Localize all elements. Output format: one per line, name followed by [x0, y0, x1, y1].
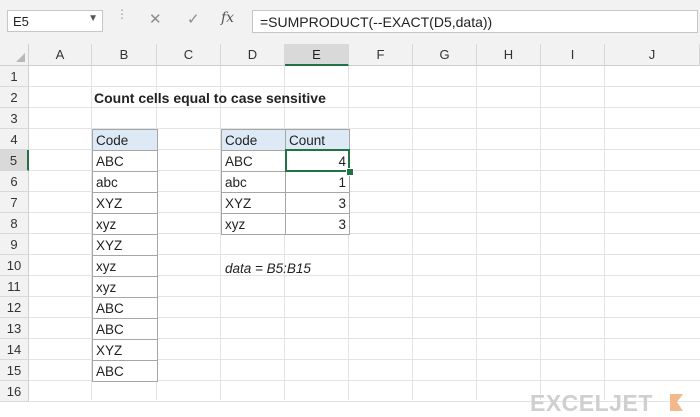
row-header-1[interactable]: 1 [0, 66, 29, 87]
column-header-f[interactable]: F [349, 44, 413, 66]
sheet-title[interactable]: Count cells equal to case sensitive [91, 88, 329, 109]
gridline-horizontal [29, 86, 700, 87]
column-header-b[interactable]: B [92, 44, 157, 66]
logo-text: EXCELJET [530, 390, 653, 416]
check-icon[interactable]: ✓ [187, 10, 200, 28]
row-header-8[interactable]: 8 [0, 213, 29, 234]
code-cell[interactable]: ABC [92, 297, 158, 319]
row-header-14[interactable]: 14 [0, 339, 29, 360]
row-header-13[interactable]: 13 [0, 318, 29, 339]
row-header-11[interactable]: 11 [0, 276, 29, 297]
count-table-count-cell[interactable]: 1 [285, 171, 350, 193]
code-cell[interactable]: ABC [92, 360, 158, 382]
column-header-c[interactable]: C [157, 44, 221, 66]
grip-icon[interactable]: ⋮ [116, 8, 128, 20]
select-all-button[interactable] [0, 44, 29, 66]
row-header-15[interactable]: 15 [0, 360, 29, 381]
row-header-7[interactable]: 7 [0, 192, 29, 213]
count-table-code-cell[interactable]: xyz [221, 213, 286, 235]
row-header-16[interactable]: 16 [0, 381, 29, 402]
select-all-triangle-icon [16, 53, 25, 62]
column-header-h[interactable]: H [477, 44, 541, 66]
count-table-count-header[interactable]: Count [285, 129, 350, 151]
code-cell[interactable]: XYZ [92, 192, 158, 214]
code-cell[interactable]: ABC [92, 150, 158, 172]
row-header-4[interactable]: 4 [0, 129, 29, 150]
count-table-code-cell[interactable]: XYZ [221, 192, 286, 214]
code-cell[interactable]: XYZ [92, 234, 158, 256]
column-header-j[interactable]: J [605, 44, 700, 66]
column-header-d[interactable]: D [221, 44, 285, 66]
row-header-12[interactable]: 12 [0, 297, 29, 318]
count-table-count-cell[interactable]: 3 [285, 213, 350, 235]
formula-input[interactable]: =SUMPRODUCT(--EXACT(D5,data)) [252, 10, 698, 33]
close-icon[interactable]: ✕ [149, 10, 162, 28]
formula-bar: E5 ▼ ⋮ ✕ ✓ fx =SUMPRODUCT(--EXACT(D5,dat… [0, 0, 700, 45]
logo-mark-icon [670, 394, 683, 411]
fill-handle[interactable] [346, 168, 354, 176]
code-cell[interactable]: xyz [92, 255, 158, 277]
code-cell[interactable]: xyz [92, 276, 158, 298]
code-cell[interactable]: xyz [92, 213, 158, 235]
count-table-code-cell[interactable]: ABC [221, 150, 286, 172]
row-header-2[interactable]: 2 [0, 87, 29, 108]
formula-text: =SUMPRODUCT(--EXACT(D5,data)) [260, 14, 493, 30]
row-header-9[interactable]: 9 [0, 234, 29, 255]
code-cell[interactable]: abc [92, 171, 158, 193]
name-box-value: E5 [13, 14, 29, 29]
column-header-a[interactable]: A [29, 44, 92, 66]
row-header-10[interactable]: 10 [0, 255, 29, 276]
row-header-3[interactable]: 3 [0, 108, 29, 129]
code-cell[interactable]: ABC [92, 318, 158, 340]
name-box[interactable]: E5 ▼ [7, 10, 103, 32]
column-header-e[interactable]: E [285, 44, 349, 66]
row-header-6[interactable]: 6 [0, 171, 29, 192]
count-table-code-header[interactable]: Code [221, 129, 286, 151]
count-table-count-cell[interactable]: 3 [285, 192, 350, 214]
insert-function-icon[interactable]: fx [221, 10, 234, 26]
row-header-5[interactable]: 5 [0, 150, 29, 171]
worksheet-grid[interactable]: ABCDEFGHIJ 1 2 3 4 5 6 7 8 9 10 11 12 13 14 15 16 Count… [0, 44, 700, 416]
column-header-i[interactable]: I [541, 44, 605, 66]
count-table-count-cell[interactable]: 4 [285, 150, 350, 172]
named-range-note[interactable]: data = B5:B15 [222, 258, 314, 279]
code-table-header[interactable]: Code [92, 129, 158, 151]
column-header-g[interactable]: G [413, 44, 477, 66]
count-table-code-cell[interactable]: abc [221, 171, 286, 193]
chevron-down-icon[interactable]: ▼ [88, 13, 98, 24]
code-cell[interactable]: XYZ [92, 339, 158, 361]
